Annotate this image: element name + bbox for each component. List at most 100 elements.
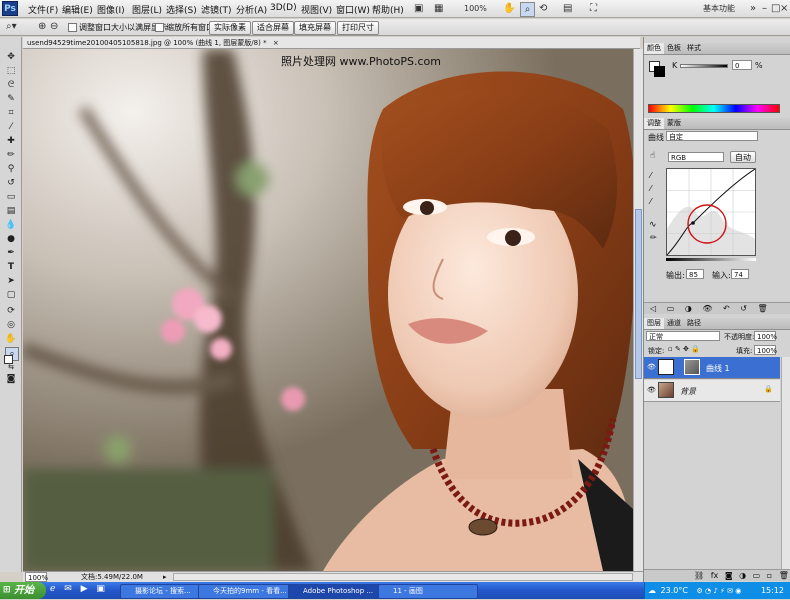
quick-select-tool-icon[interactable]: ✎ [5, 93, 17, 105]
pencil-curve-tool-icon[interactable]: ✏ [650, 233, 657, 242]
print-size-button[interactable]: 打印尺寸 [337, 21, 379, 35]
shape-tool-icon[interactable]: ▢ [5, 289, 17, 301]
arrange-documents-icon[interactable]: ▤ [563, 2, 572, 15]
brush-tool-icon[interactable]: ✏ [5, 149, 17, 161]
quick-mask-icon[interactable]: ◙ [5, 373, 17, 385]
channel-select[interactable]: RGB [668, 152, 724, 162]
view-previous-icon[interactable]: ↶ [723, 304, 730, 313]
menu-3d[interactable]: 3D(D) [270, 3, 297, 13]
curves-preset-select[interactable]: 自定 [666, 131, 758, 141]
eyedropper-black-icon[interactable]: ⁄ [650, 171, 651, 180]
eyedropper-tool-icon[interactable]: ⁄ [5, 121, 17, 133]
color-spectrum-ramp[interactable] [648, 104, 780, 113]
menu-image[interactable]: 图像(I) [97, 3, 125, 16]
weather-temperature[interactable]: 23.0°C [661, 586, 688, 595]
mini-bridge-icon[interactable]: ▦ [434, 2, 443, 15]
horizontal-scrollbar[interactable] [173, 573, 633, 581]
tray-icons[interactable]: ⚙ ◔ ♪ ⚡ ✉ ◉ [697, 587, 742, 595]
media-player-icon[interactable]: ▶ [81, 584, 88, 594]
menu-file[interactable]: 文件(F) [28, 3, 58, 16]
tab-paths[interactable]: 路径 [684, 318, 704, 329]
delete-layer-icon[interactable]: 🗑 [779, 571, 789, 580]
zoom-out-icon[interactable]: ⊖ [50, 20, 58, 33]
tab-color[interactable]: 颜色 [644, 43, 664, 54]
layer-visibility-icon[interactable]: 👁 [647, 363, 656, 371]
task-button-browser[interactable]: 今天拍的9mm - 看看... [198, 584, 298, 599]
lasso-tool-icon[interactable]: ᘓ [5, 79, 17, 91]
tab-swatches[interactable]: 色板 [664, 43, 684, 54]
foreground-color-swatch[interactable] [4, 355, 13, 364]
rotate-view-icon[interactable]: ⟲ [539, 2, 547, 15]
layer-mask-thumbnail[interactable] [684, 359, 700, 375]
gradient-tool-icon[interactable]: ▤ [5, 205, 17, 217]
hand-adjust-icon[interactable]: ☝ [650, 151, 655, 161]
output-field[interactable]: 85 [686, 269, 704, 279]
clone-stamp-tool-icon[interactable]: ⚲ [5, 163, 17, 175]
task-button-photoshop[interactable]: Adobe Photoshop ... [288, 584, 388, 599]
zoom-all-checkbox[interactable] [155, 23, 164, 32]
scroll-thumb[interactable] [635, 209, 642, 379]
menu-analysis[interactable]: 分析(A) [236, 3, 267, 16]
auto-button[interactable]: 自动 [730, 151, 756, 163]
bridge-icon[interactable]: ▣ [414, 2, 423, 15]
path-select-tool-icon[interactable]: ➤ [5, 275, 17, 287]
3d-rotate-tool-icon[interactable]: ⟳ [5, 305, 17, 317]
add-mask-icon[interactable]: ◙ [725, 571, 733, 580]
reset-icon[interactable]: ↺ [740, 304, 747, 313]
layer-row[interactable]: 👁 背景 🔒 [644, 380, 780, 402]
show-desktop-icon[interactable]: ▣ [96, 584, 105, 594]
clock[interactable]: 15:12 [761, 582, 784, 599]
healing-brush-tool-icon[interactable]: ✚ [5, 135, 17, 147]
menu-edit[interactable]: 编辑(E) [62, 3, 93, 16]
menu-filter[interactable]: 滤镜(T) [201, 3, 232, 16]
new-adjustment-icon[interactable]: ◑ [739, 571, 746, 580]
k-slider[interactable] [680, 64, 728, 68]
blend-mode-select[interactable]: 正常 [646, 331, 720, 341]
marquee-tool-icon[interactable]: ⬚ [5, 65, 17, 77]
start-button[interactable]: ⊞ 开始 [0, 582, 46, 599]
tab-styles[interactable]: 样式 [684, 43, 704, 54]
status-zoom-field[interactable]: 100% [25, 572, 48, 582]
layers-panel-scrollbar[interactable] [781, 357, 790, 569]
history-brush-tool-icon[interactable]: ↺ [5, 177, 17, 189]
outlook-icon[interactable]: ✉ [64, 584, 72, 594]
3d-orbit-tool-icon[interactable]: ◎ [5, 319, 17, 331]
crop-tool-icon[interactable]: ⌗ [5, 107, 17, 119]
layer-visibility-icon[interactable]: 👁 [647, 386, 656, 394]
blur-tool-icon[interactable]: 💧 [5, 219, 17, 231]
close-icon[interactable]: × [780, 2, 788, 15]
lock-icons[interactable]: ▫ ✎ ✥ 🔒 [668, 345, 700, 353]
fill-field[interactable]: 100% [754, 345, 777, 355]
menu-view[interactable]: 视图(V) [301, 3, 332, 16]
input-field[interactable]: 74 [731, 269, 749, 279]
curves-graph[interactable] [666, 168, 756, 256]
curve-point-tool-icon[interactable]: ∿ [649, 220, 657, 230]
move-tool-icon[interactable]: ✥ [5, 51, 17, 63]
actual-pixels-button[interactable]: 实际像素 [209, 21, 251, 35]
ie-icon[interactable]: ℯ [50, 584, 55, 594]
hand-tool-icon[interactable]: ✋ [503, 2, 515, 15]
layer-style-icon[interactable]: fx [711, 571, 719, 580]
tab-adjustments[interactable]: 调整 [644, 118, 664, 129]
task-button-paint[interactable]: 11 - 画图 [378, 584, 478, 599]
k-value-field[interactable]: 0 [732, 60, 752, 70]
clip-to-layer-icon[interactable]: ◑ [685, 304, 692, 313]
expand-view-icon[interactable]: ▭ [667, 304, 675, 313]
resize-windows-checkbox[interactable] [68, 23, 77, 32]
eraser-tool-icon[interactable]: ▭ [5, 191, 17, 203]
delete-adjustment-icon[interactable]: 🗑 [758, 304, 768, 313]
dodge-tool-icon[interactable]: ● [5, 233, 17, 245]
task-button-forum[interactable]: 摄影论坛 - 搜索... [120, 584, 208, 599]
menu-layer[interactable]: 图层(L) [132, 3, 162, 16]
hand-tool-icon[interactable]: ✋ [5, 333, 17, 345]
eyedropper-white-icon[interactable]: ⁄ [650, 197, 651, 206]
resize-windows-option[interactable]: 调整窗口大小以满屏显示 [68, 22, 167, 33]
visibility-toggle-icon[interactable]: 👁 [702, 304, 712, 313]
layer-row[interactable]: 👁 曲线 1 [644, 357, 780, 379]
workspace-switcher[interactable]: 基本功能 [703, 2, 735, 15]
opacity-field[interactable]: 100% [754, 331, 777, 341]
workspace-chevron-icon[interactable]: » [750, 2, 756, 15]
eyedropper-gray-icon[interactable]: ⁄ [650, 184, 651, 193]
fill-screen-button[interactable]: 填充屏幕 [294, 21, 336, 35]
curve-point[interactable] [691, 221, 695, 225]
